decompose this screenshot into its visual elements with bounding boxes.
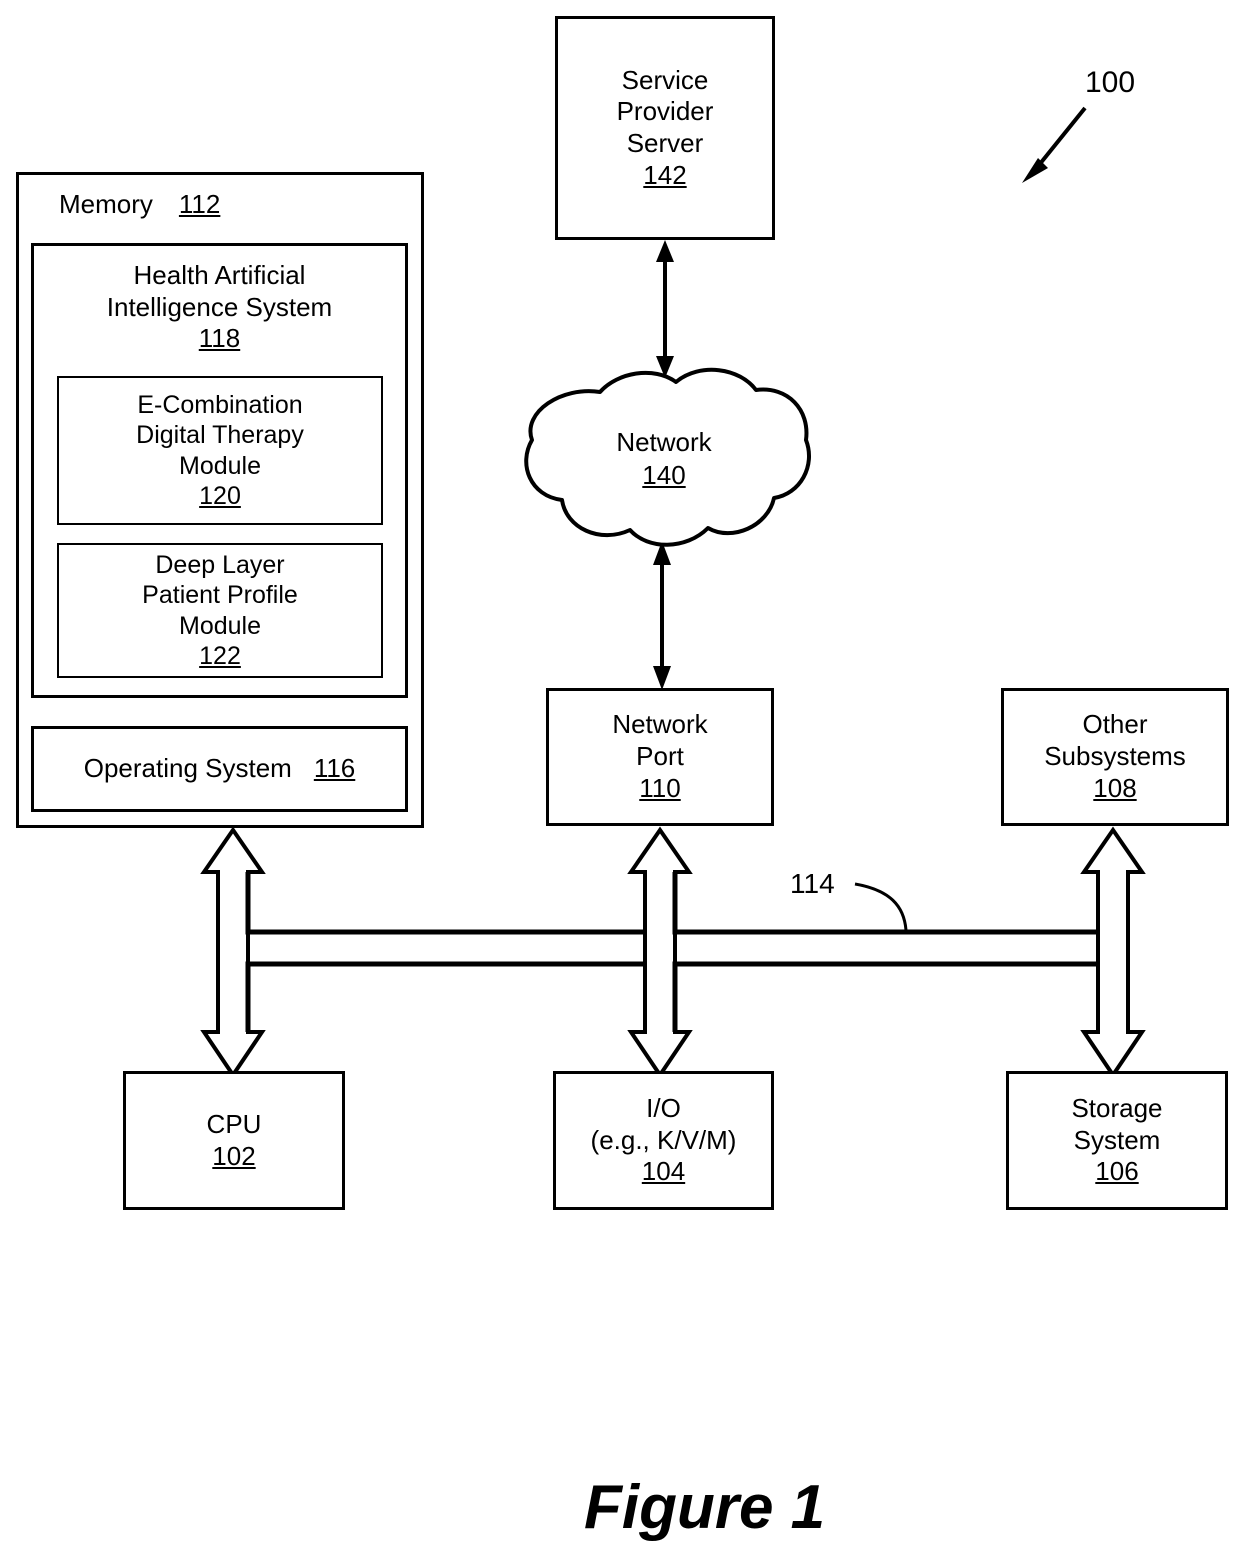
arrow-cloud-to-network-port: [653, 541, 671, 690]
service-provider-server-ref: 142: [643, 159, 687, 190]
network-port-line1: Network: [612, 709, 708, 740]
figure-caption: Figure 1: [584, 1473, 826, 1542]
system-label-arrow: [1022, 106, 1087, 183]
health-ai-system-line1: Health Artificial: [133, 260, 306, 290]
module-120-line2: Digital Therapy: [136, 421, 304, 449]
system-reference-label: 100: [1085, 66, 1136, 99]
bus-label-leader: [854, 882, 908, 931]
storage-system-ref: 106: [1095, 1156, 1139, 1187]
network-cloud-ref: 140: [642, 459, 686, 490]
bus-arrow-networkport-io: [627, 826, 693, 1079]
memory-title: Memory: [59, 189, 153, 219]
network-port-ref: 110: [639, 772, 681, 803]
other-subsystems-line2: Subsystems: [1044, 741, 1186, 772]
module-120-ref: 120: [199, 482, 241, 510]
service-provider-server-line3: Server: [626, 128, 704, 158]
module-122-line2: Patient Profile: [142, 581, 298, 609]
module-122-ref: 122: [199, 642, 241, 670]
e-combination-digital-therapy-module-box[interactable]: E-Combination Digital Therapy Module 120: [57, 376, 383, 525]
bus-arrow-memory-cpu: [200, 826, 266, 1079]
cpu-box[interactable]: CPU 102: [123, 1071, 345, 1210]
storage-system-box[interactable]: Storage System 106: [1006, 1071, 1228, 1210]
patent-figure-1: 100 114 Service Provider Server 142 Netw…: [0, 0, 1240, 1565]
bus-reference-label: 114: [790, 868, 835, 899]
memory-ref: 112: [178, 189, 221, 219]
io-ref: 104: [641, 1156, 686, 1187]
service-provider-server-line2: Provider: [616, 96, 714, 127]
module-122-line3: Module: [179, 611, 261, 640]
io-line1: I/O: [646, 1092, 681, 1123]
module-120-line1: E-Combination: [137, 390, 303, 419]
cpu-label: CPU: [206, 1108, 262, 1139]
service-provider-server-box[interactable]: Service Provider Server 142: [555, 16, 775, 240]
other-subsystems-line1: Other: [1082, 709, 1148, 740]
io-line2: (e.g., K/V/M): [590, 1124, 737, 1155]
network-port-line2: Port: [636, 741, 684, 772]
operating-system-box[interactable]: Operating System 116: [31, 726, 408, 812]
bus-rail-upper: [245, 872, 1098, 935]
network-cloud-label[interactable]: Network 140: [524, 426, 804, 491]
storage-system-line1: Storage: [1071, 1092, 1163, 1123]
module-120-line3: Module: [179, 451, 261, 480]
storage-system-line2: System: [1073, 1124, 1161, 1155]
arrow-server-to-cloud: [656, 240, 674, 378]
service-provider-server-line1: Service: [621, 64, 709, 95]
health-ai-system-title: Health Artificial Intelligence System 11…: [107, 246, 332, 355]
health-ai-system-line2: Intelligence System: [106, 291, 333, 322]
operating-system-label: Operating System: [83, 753, 292, 784]
memory-title-row: Memory 112: [19, 175, 421, 221]
cpu-ref: 102: [212, 1140, 256, 1171]
bus-arrow-subsystems-storage: [1080, 826, 1146, 1079]
operating-system-ref: 116: [313, 753, 356, 784]
network-port-box[interactable]: Network Port 110: [546, 688, 774, 826]
io-box[interactable]: I/O (e.g., K/V/M) 104: [553, 1071, 774, 1210]
network-cloud-title: Network: [616, 427, 712, 457]
module-122-line1: Deep Layer: [155, 550, 285, 579]
other-subsystems-box[interactable]: Other Subsystems 108: [1001, 688, 1229, 826]
health-ai-system-ref: 118: [198, 323, 241, 354]
other-subsystems-ref: 108: [1093, 772, 1137, 803]
bus-rail-lower: [245, 961, 1098, 1032]
deep-layer-patient-profile-module-box[interactable]: Deep Layer Patient Profile Module 122: [57, 543, 383, 678]
